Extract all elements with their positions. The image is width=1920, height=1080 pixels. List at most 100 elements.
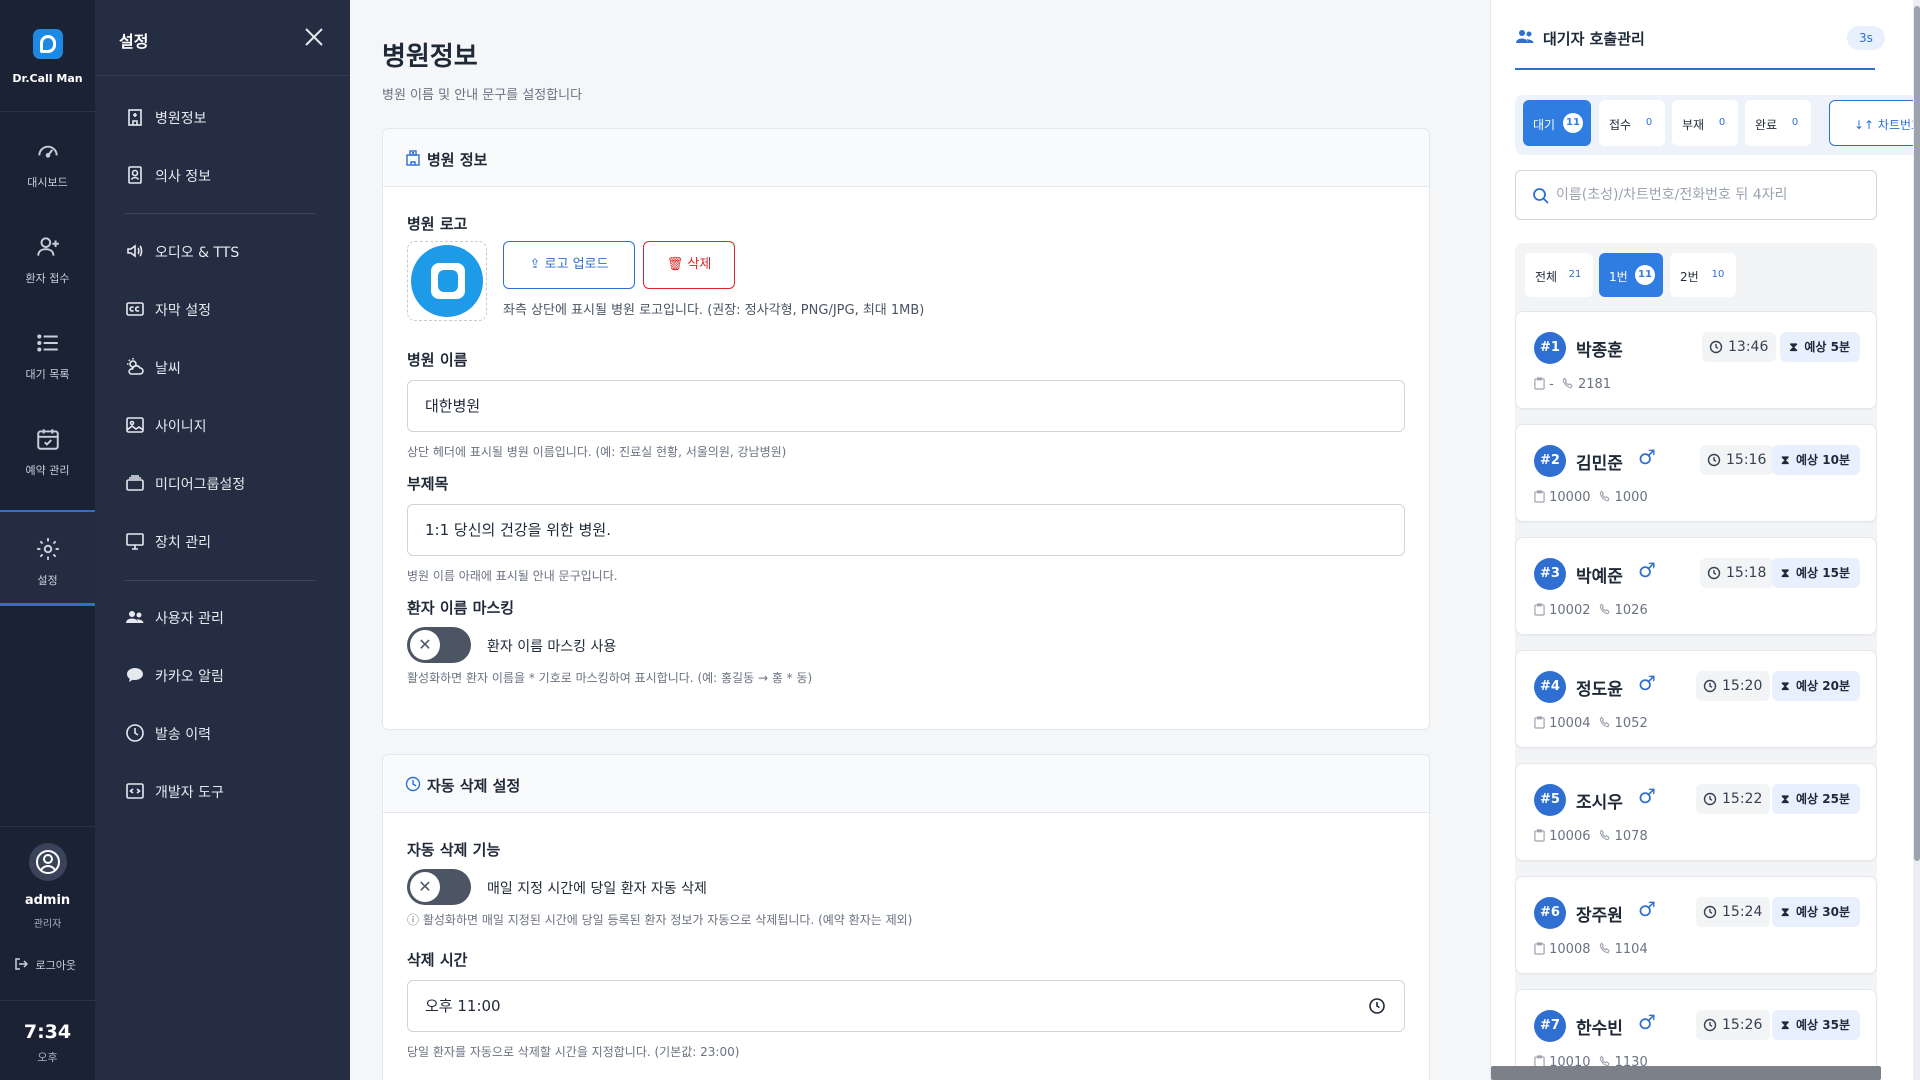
logout-button[interactable]: 로그아웃 <box>14 957 94 973</box>
clipboard-icon <box>1534 603 1545 616</box>
patient-card[interactable]: #2 김민준 ♂ 15:16 ⧗ 예상 10분 10000 1000 <box>1515 424 1877 522</box>
settings-sidebar: 설정 병원정보 의사 정보 오디오 & TTS 자막 설정 날씨 사이니지 미디… <box>95 0 350 1080</box>
phone-icon <box>1562 377 1573 389</box>
room-tab-2[interactable]: 2번 10 <box>1670 253 1736 297</box>
settings-item-doctor-info[interactable]: 의사 정보 <box>125 160 325 190</box>
settings-item-device-management[interactable]: 장치 관리 <box>125 526 325 556</box>
subtitle-input[interactable]: 1:1 당신의 건강을 위한 병원. <box>407 504 1405 556</box>
settings-item-weather[interactable]: 날씨 <box>125 352 325 382</box>
clock-icon[interactable] <box>1368 997 1386 1015</box>
code-icon <box>126 783 144 799</box>
settings-item-send-history[interactable]: 발송 이력 <box>125 718 325 748</box>
status-tab-absent[interactable]: 부재 0 <box>1672 100 1738 146</box>
chart-number-value: - <box>1549 377 1554 392</box>
room-tab-label: 1번 <box>1609 270 1628 284</box>
user-avatar-icon <box>36 850 60 874</box>
patient-card[interactable]: #3 박예준 ♂ 15:18 ⧗ 예상 15분 10002 1026 <box>1515 537 1877 635</box>
rail-item-reservations[interactable]: 예약 관리 <box>0 400 95 496</box>
settings-item-media-group[interactable]: 미디어그룹설정 <box>125 468 325 498</box>
settings-item-label: 발송 이력 <box>155 727 211 743</box>
masking-toggle[interactable]: ✕ <box>407 627 471 663</box>
logo-delete-button[interactable]: 🗑 삭제 <box>643 241 735 289</box>
registration-time: 13:46 <box>1702 332 1777 362</box>
user-name: admin <box>24 893 71 908</box>
scrollbar-thumb[interactable] <box>1914 6 1920 861</box>
patient-meta: 10006 1078 <box>1534 829 1648 844</box>
settings-item-user-management[interactable]: 사용자 관리 <box>125 602 325 632</box>
status-tab-label: 대기 <box>1533 118 1556 132</box>
users-icon <box>126 611 144 623</box>
chart-number-value: 10004 <box>1549 716 1591 731</box>
time-value: 15:16 <box>1726 452 1767 468</box>
patient-card[interactable]: #6 장주원 ♂ 15:24 ⧗ 예상 30분 10008 1104 <box>1515 876 1877 974</box>
male-icon: ♂ <box>1638 558 1656 582</box>
wait-value: 예상 25분 <box>1796 792 1850 806</box>
status-tab-completed[interactable]: 완료 0 <box>1745 100 1811 146</box>
search-input[interactable] <box>1556 181 1866 209</box>
rail-item-waiting-list[interactable]: 대기 목록 <box>0 304 95 400</box>
auto-delete-hint: ⓘ 활성화하면 매일 지정된 시간에 당일 등록된 환자 정보가 자동으로 삭제… <box>407 911 912 928</box>
rail-item-dashboard[interactable]: 대시보드 <box>0 112 95 208</box>
logout-label: 로그아웃 <box>35 959 76 972</box>
chart-number: - <box>1534 377 1554 392</box>
main-content: 병원정보 병원 이름 및 안내 문구를 설정합니다 병원 정보 병원 로고 ⇪ … <box>350 0 1490 1080</box>
estimated-wait: ⧗ 예상 25분 <box>1772 784 1860 814</box>
chart-number-value: 10006 <box>1549 829 1591 844</box>
hospital-name-input[interactable]: 대한병원 <box>407 380 1405 432</box>
clipboard-icon <box>1534 716 1545 729</box>
user-panel: admin 관리자 로그아웃 <box>0 826 95 996</box>
settings-item-label: 장치 관리 <box>155 535 211 551</box>
list-icon <box>36 334 58 352</box>
delete-time-input[interactable]: 오후 11:00 <box>407 980 1405 1032</box>
status-tab-waiting[interactable]: 대기 11 <box>1523 100 1591 146</box>
settings-item-label: 개발자 도구 <box>155 785 224 801</box>
delete-time-value: 오후 11:00 <box>425 997 501 1015</box>
rail-item-settings[interactable]: 설정 <box>0 510 95 606</box>
settings-item-developer-tools[interactable]: 개발자 도구 <box>125 776 325 806</box>
patient-card[interactable]: #4 정도윤 ♂ 15:20 ⧗ 예상 20분 10004 1052 <box>1515 650 1877 748</box>
page-subtitle: 병원 이름 및 안내 문구를 설정합니다 <box>382 88 583 103</box>
add-user-icon <box>36 237 59 256</box>
horizontal-scrollbar[interactable] <box>1491 1066 1881 1080</box>
logo-upload-button[interactable]: ⇪ 로고 업로드 <box>503 241 635 289</box>
clock-icon <box>126 724 144 742</box>
settings-item-label: 사이니지 <box>155 419 207 435</box>
patient-card[interactable]: #1 박종훈 13:46 ⧗ 예상 5분 - 2181 <box>1515 311 1877 409</box>
chart-number: 10000 <box>1534 490 1591 505</box>
sort-chart-number-button[interactable]: ↓↑ 차트번호 <box>1829 100 1920 146</box>
settings-item-signage[interactable]: 사이니지 <box>125 410 325 440</box>
settings-item-hospital-info[interactable]: 병원정보 <box>125 102 325 132</box>
menu-divider <box>125 213 315 214</box>
time-value: 15:26 <box>1722 1017 1763 1033</box>
registration-time: 15:18 <box>1700 558 1775 588</box>
status-tabs: 대기 11 접수 0 부재 0 완료 0 ↓↑ 차트번호 <box>1515 95 1920 155</box>
phone-number: 1000 <box>1599 490 1648 505</box>
wait-value: 예상 30분 <box>1796 905 1850 919</box>
status-tab-received[interactable]: 접수 0 <box>1599 100 1665 146</box>
rail-item-patient-reception[interactable]: 환자 접수 <box>0 208 95 304</box>
wait-value: 예상 10분 <box>1796 453 1850 467</box>
room-tab-all[interactable]: 전체 21 <box>1525 253 1593 297</box>
settings-item-kakao-alert[interactable]: 카카오 알림 <box>125 660 325 690</box>
card-title: 자동 삭제 설정 <box>427 777 521 795</box>
clock: 7:34 오후 <box>0 1000 95 1080</box>
auto-delete-hint-text: 활성화하면 매일 지정된 시간에 당일 등록된 환자 정보가 자동으로 삭제됩니… <box>422 913 913 927</box>
refresh-interval-badge[interactable]: 3s <box>1847 26 1885 50</box>
avatar[interactable] <box>29 843 67 881</box>
patient-card[interactable]: #5 조시우 ♂ 15:22 ⧗ 예상 25분 10006 1078 <box>1515 763 1877 861</box>
phone-number: 1078 <box>1599 829 1648 844</box>
settings-item-subtitle[interactable]: 자막 설정 <box>125 294 325 324</box>
settings-item-label: 자막 설정 <box>155 303 211 319</box>
room-tab-1[interactable]: 1번 11 <box>1599 253 1663 297</box>
image-icon <box>126 417 144 433</box>
status-tab-count: 0 <box>1645 117 1653 128</box>
app-logo[interactable]: Dr.Call Man <box>0 0 95 112</box>
settings-header: 설정 <box>95 0 350 76</box>
page-title: 병원정보 <box>382 42 478 72</box>
settings-item-audio-tts[interactable]: 오디오 & TTS <box>125 236 325 266</box>
chart-number-value: 10000 <box>1549 490 1591 505</box>
phone-number: 2181 <box>1562 377 1611 392</box>
queue-number: #5 <box>1534 784 1566 816</box>
auto-delete-toggle[interactable]: ✕ <box>407 869 471 905</box>
close-icon[interactable] <box>301 24 327 50</box>
